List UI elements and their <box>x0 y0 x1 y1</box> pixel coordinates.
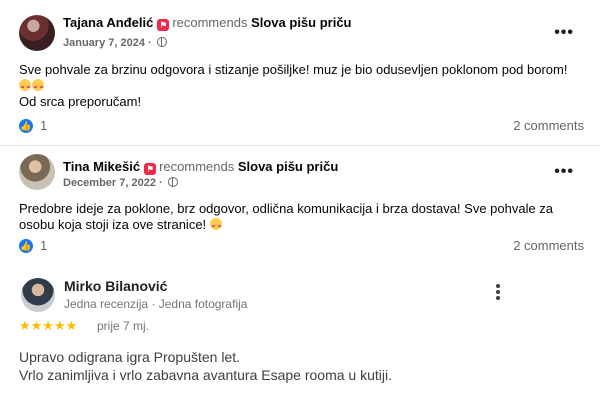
globe-icon <box>167 177 178 187</box>
smiling-face-with-hearts-icon <box>19 79 31 91</box>
recommends-label: recommends <box>159 159 235 174</box>
recommend-flag-icon: ⚑ <box>144 163 157 175</box>
avatar[interactable] <box>19 15 55 51</box>
more-options-icon[interactable]: ••• <box>554 163 574 181</box>
review-text-line: Upravo odigrana igra Propušten let. <box>19 349 241 365</box>
review-text-line: Sve pohvale za brzinu odgovora i stizanj… <box>19 62 568 77</box>
review-text: Predobre ideje za poklone, brz odgovor, … <box>19 201 584 233</box>
review-text-line: Predobre ideje za poklone, brz odgovor, … <box>19 201 554 232</box>
star-rating: ★★★★★ <box>19 318 78 333</box>
reviewer-meta: Jedna recenzija · Jedna fotografija <box>64 297 248 311</box>
post-date: December 7, 2022 · <box>63 177 178 189</box>
reviewer-name[interactable]: Tajana Anđelić <box>63 15 153 30</box>
date-text[interactable]: December 7, 2022 · <box>63 177 163 189</box>
review-date: prije 7 mj. <box>97 319 150 333</box>
review-header: Tina Mikešić ⚑ recommends Slova pišu priču <box>63 159 338 175</box>
reviews-page: Tajana Anđelić ⚑ recommends Slova pišu pri… <box>0 0 600 400</box>
reviewer-name[interactable]: Mirko Bilanović <box>64 278 167 294</box>
facebook-review: Tina Mikešić ⚑ recommends Slova pišu priču… <box>0 146 600 266</box>
date-text[interactable]: January 7, 2024 · <box>63 37 152 49</box>
comments-link[interactable]: 2 comments <box>513 118 584 133</box>
recommends-label: recommends <box>172 15 248 30</box>
recommend-flag-icon: ⚑ <box>157 19 170 31</box>
like-count[interactable]: 1 <box>40 118 47 133</box>
smiling-face-with-hearts-icon <box>32 79 44 91</box>
review-header: Tajana Anđelić ⚑ recommends Slova pišu pri… <box>63 15 352 31</box>
review-text: Sve pohvale za brzinu odgovora i stizanj… <box>19 62 584 110</box>
avatar[interactable] <box>19 154 55 190</box>
review-text-line: Od srca preporučam! <box>19 94 142 109</box>
reviewer-name[interactable]: Tina Mikešić <box>63 159 140 174</box>
more-options-icon[interactable]: ••• <box>554 24 574 42</box>
review-text: Upravo odigrana igra Propušten let. Vrlo… <box>19 348 579 384</box>
google-review: Mirko Bilanović Jedna recenzija · Jedna … <box>0 266 600 400</box>
globe-icon <box>156 37 167 47</box>
like-count[interactable]: 1 <box>40 238 47 253</box>
comments-link[interactable]: 2 comments <box>513 238 584 253</box>
avatar[interactable] <box>21 278 55 312</box>
review-text-line: Vrlo zanimljiva i vrlo zabavna avantura … <box>19 367 392 383</box>
facebook-review: Tajana Anđelić ⚑ recommends Slova pišu pri… <box>0 0 600 146</box>
more-vert-icon[interactable] <box>496 284 500 300</box>
page-name-link[interactable]: Slova pišu priču <box>251 15 351 30</box>
thumbs-up-icon[interactable]: 👍 <box>19 239 33 253</box>
smiling-face-with-hearts-icon <box>209 218 222 230</box>
post-date: January 7, 2024 · <box>63 37 167 49</box>
thumbs-up-icon[interactable]: 👍 <box>19 119 33 133</box>
page-name-link[interactable]: Slova pišu priču <box>238 159 338 174</box>
